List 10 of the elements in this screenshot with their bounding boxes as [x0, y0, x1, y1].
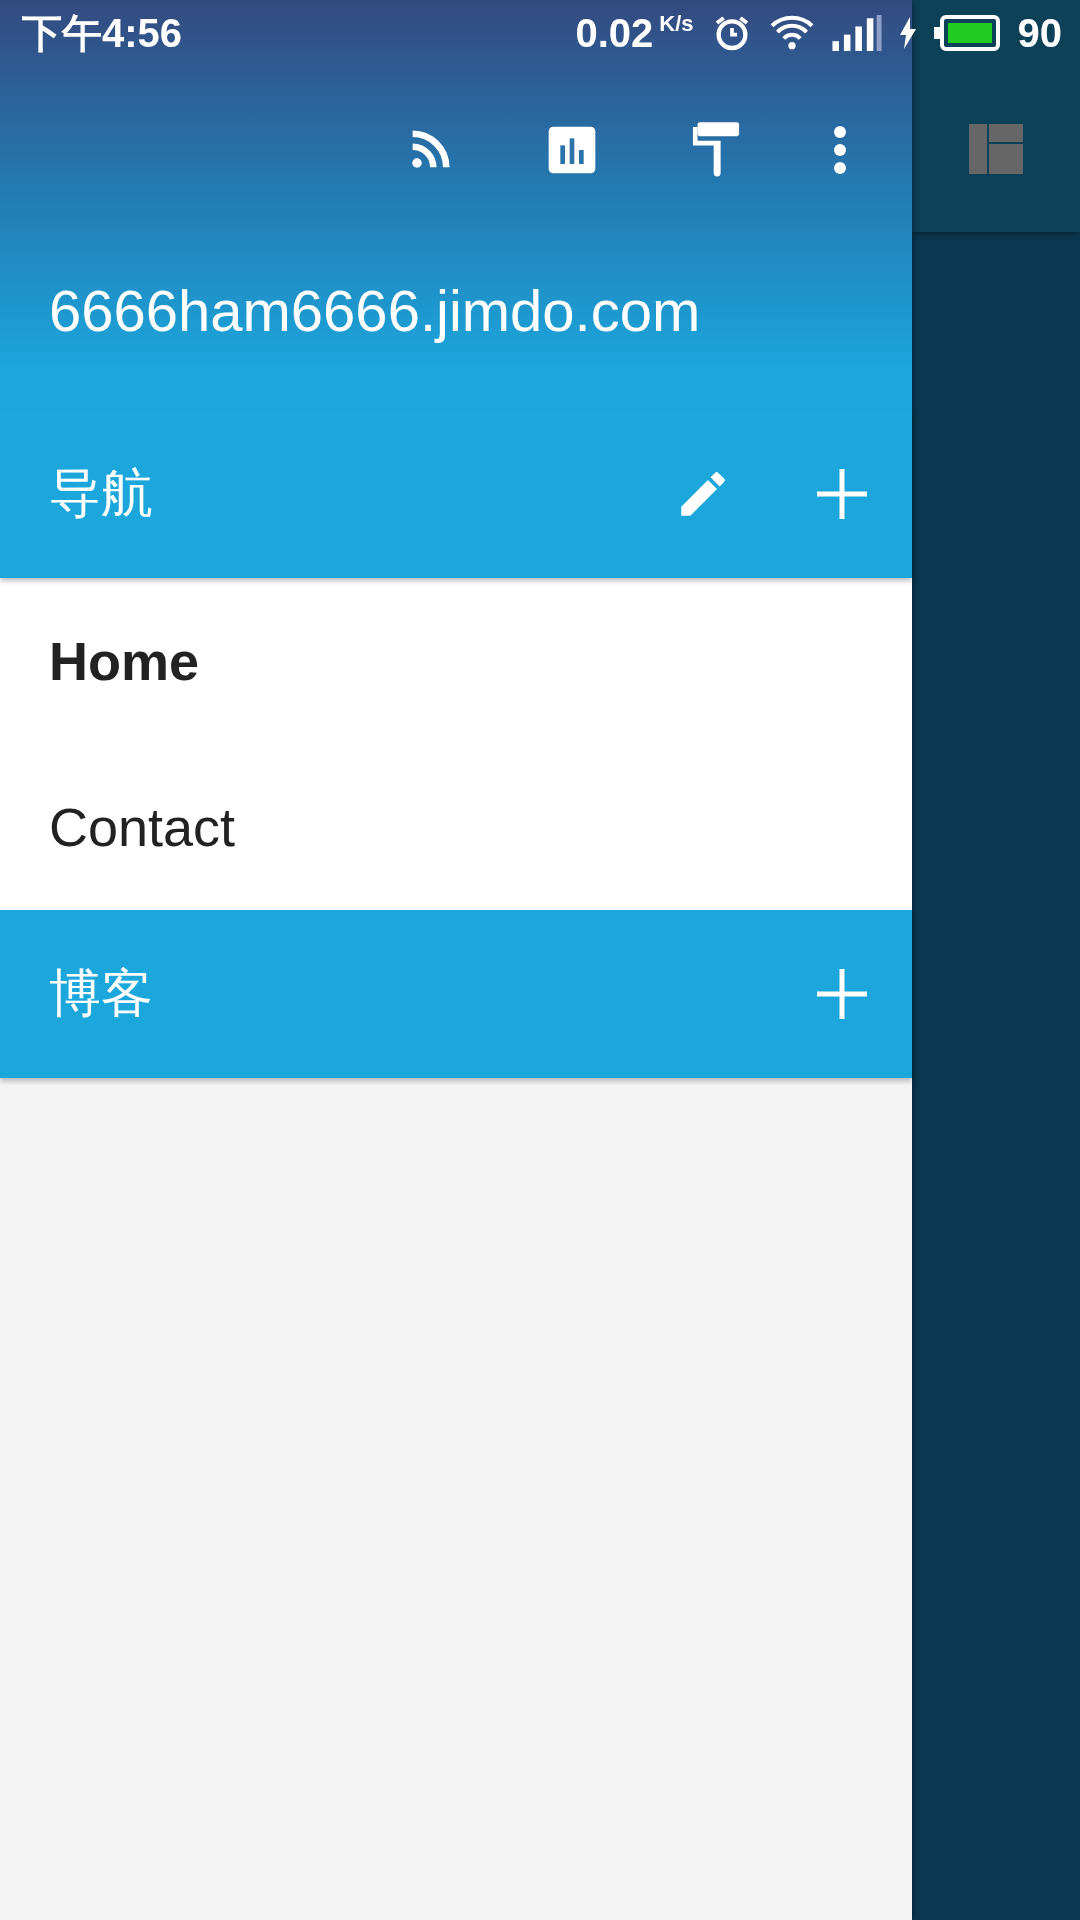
clock: 下午4:56 [22, 9, 183, 57]
battery-icon [933, 15, 1000, 51]
battery-percent: 90 [1017, 10, 1062, 56]
more-icon[interactable] [832, 124, 848, 176]
menu-item[interactable]: Home [0, 578, 912, 744]
menu-item[interactable]: Contact [0, 744, 912, 910]
signal-icon [831, 15, 882, 51]
charging-icon [899, 17, 916, 49]
section-title: 博客 [49, 963, 153, 1024]
section-title: 导航 [49, 463, 153, 524]
